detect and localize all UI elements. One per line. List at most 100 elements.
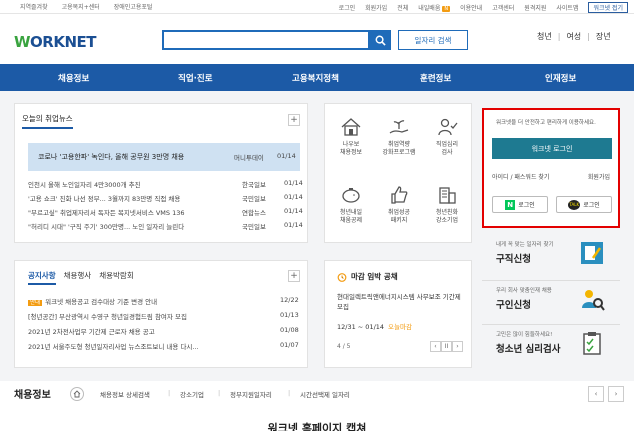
alarm-clock-icon: [337, 272, 347, 282]
jobbar-controls: ‹ ›: [588, 386, 624, 402]
divider: |: [557, 32, 561, 41]
next-button[interactable]: ›: [452, 341, 463, 352]
list-item[interactable]: "부르고싶" 취업제자리서 독자든 복지넷서비스 VMS 136 연합뉴스 01/1…: [28, 207, 303, 219]
top-link-join[interactable]: 회원가입: [365, 3, 387, 12]
tab-senior[interactable]: 장년: [596, 31, 611, 42]
notice-tabs: 공지사항 채용행사 채용박람회: [28, 270, 134, 285]
top-left-links: 지역즐겨찾 고용복지+센터 장애인고용포털: [20, 2, 152, 11]
headline-date: 01/14: [277, 152, 296, 160]
divider: |: [288, 389, 291, 397]
quick-item-program[interactable]: 취업역량 강화프로그램: [377, 116, 421, 157]
collapse-button[interactable]: 워크넷 접기: [588, 2, 628, 13]
top-link-sitemap[interactable]: 사이트맵: [556, 3, 578, 12]
section-title: 채용정보: [14, 390, 51, 401]
kakao-login-button[interactable]: TALK 로그인: [556, 196, 612, 213]
worknet-login-button[interactable]: 워크넷 로그인: [492, 138, 612, 159]
service-recruit-apply[interactable]: 우리 회사 맞춤인재 채용 구인신청: [482, 282, 620, 324]
top-link-region[interactable]: 지역즐겨찾: [20, 2, 48, 11]
page-caption: 워크넷 홈페이지 캡쳐: [267, 422, 367, 431]
naver-icon: N: [505, 199, 516, 210]
top-link-disability[interactable]: 장애인고용포털: [114, 2, 153, 11]
naver-login-button[interactable]: N 로그인: [492, 196, 548, 213]
home-button[interactable]: [70, 387, 84, 401]
piggy-bank-icon: [342, 188, 360, 203]
search-input[interactable]: [162, 30, 370, 50]
top-link-remote[interactable]: 원격지원: [524, 3, 546, 12]
person-search-icon: [582, 290, 605, 311]
nav-item-talent[interactable]: 인재정보: [545, 72, 576, 84]
nav-item-career[interactable]: 직업·진로: [178, 72, 213, 84]
quick-item-company[interactable]: 청년친화 강소기업: [425, 184, 469, 225]
top-link-customer[interactable]: 고객센터: [492, 3, 514, 12]
thumbs-up-icon: [391, 186, 408, 204]
deadline-panel: 마감 임박 공채 현대일렉트릭앤에너지시스템 사무보조 기간제 모집 12/31…: [324, 260, 472, 368]
worknet-logo[interactable]: WORKNET: [14, 33, 97, 51]
join-link[interactable]: 회원가입: [588, 172, 610, 181]
quick-item-savings[interactable]: 청년내일 채움공제: [329, 184, 373, 225]
tab-hiring-events[interactable]: 채용행사: [64, 270, 92, 285]
find-account-link[interactable]: 아이디 / 패스워드 찾기: [492, 174, 549, 181]
top-link-naeil[interactable]: 내일배움 N: [418, 3, 451, 12]
clipboard-icon: [583, 332, 601, 355]
top-utility-bar: 지역즐겨찾 고용복지+센터 장애인고용포털 로그인 회원가입 전체 내일배움 N …: [0, 0, 634, 14]
tab-youth[interactable]: 청년: [537, 31, 552, 42]
list-item[interactable]: "허리디 시대" '구직 주기' 300만명... 노인 일자리 늘린다 국민일보…: [28, 221, 303, 233]
main-navigation: 채용정보 직업·진로 고용복지정책 훈련정보 인재정보: [0, 64, 634, 91]
prev-button[interactable]: ‹: [430, 341, 441, 352]
building-icon: [439, 187, 456, 204]
nav-item-training[interactable]: 훈련정보: [420, 72, 451, 84]
top-right-links: 로그인 회원가입 전체 내일배움 N 이용안내 고객센터 원격지원 사이트맵 워크…: [339, 2, 628, 13]
hand-plant-icon: [389, 120, 409, 134]
list-item[interactable]: 인천시 올해 노인일자리 4만3000개 추진 한국일보 01/14: [28, 179, 303, 191]
quick-item-psych[interactable]: 직업심리 검사: [425, 116, 469, 157]
search-icon: [375, 35, 386, 46]
notice-tag: 안내: [28, 300, 43, 306]
list-item[interactable]: [청년공간] 부산광역시 수영구 청년일경험드림 참여자 모집 01/13: [28, 311, 302, 323]
prev-button[interactable]: ‹: [588, 386, 604, 402]
top-link-all[interactable]: 전체: [397, 3, 408, 12]
job-search-button[interactable]: 일자리 검색: [398, 30, 468, 50]
quick-item-package[interactable]: 취업성공 패키지: [377, 184, 421, 225]
service-youth-test[interactable]: 고민은 많이 힘들하세요! 청소년 심리검사: [482, 326, 620, 368]
divider: |: [218, 389, 221, 397]
news-headline[interactable]: 코로나 '고용한파' 녹인다, 올해 공무원 3만명 채용 머니투데이 01/1…: [28, 143, 300, 171]
pause-button[interactable]: II: [441, 341, 452, 352]
divider: [482, 324, 620, 325]
deadline-date: 12/31 ~ 01/14 오늘마감: [337, 323, 412, 331]
list-item[interactable]: 2021년 2차전사업무 기간제 근로자 채용 공고 01/08: [28, 326, 302, 338]
quick-item-hiring[interactable]: 나우보 채용정보: [329, 116, 373, 157]
tab-today-news[interactable]: 오늘의 취업뉴스: [22, 113, 73, 129]
link-detail-search[interactable]: 채용정보 상세검색: [100, 389, 150, 399]
next-button[interactable]: ›: [608, 386, 624, 402]
new-badge: N: [442, 6, 451, 12]
link-part-time[interactable]: 시간선택제 일자리: [300, 389, 350, 399]
deadline-job-title[interactable]: 현대일렉트릭앤에너지시스템 사무보조 기간제 모집: [337, 292, 465, 312]
user-type-tabs: 청년 | 여성 | 장년: [537, 31, 611, 42]
notice-more-button[interactable]: +: [288, 270, 300, 282]
service-job-apply[interactable]: 내게 꼭 맞는 일자리 찾기 구직신청: [482, 236, 620, 278]
list-item[interactable]: 안내 워크넷 채용공고 검수대상 기준 변경 안내 12/22: [28, 296, 302, 308]
list-item[interactable]: '고용 쇼크' 진화 나선 정부... 3월까지 83만명 직접 채용 국민일보 0…: [28, 193, 303, 205]
top-link-center[interactable]: 고용복지+센터: [62, 2, 100, 11]
today-deadline-tag: 오늘마감: [388, 323, 412, 331]
deadline-page: 4 / 5: [337, 343, 351, 350]
link-gov-jobs[interactable]: 정부지원일자리: [230, 389, 272, 399]
login-box: 워크넷을 더 안전하고 편리하게 이용하세요. 워크넷 로그인 아이디 / 패스…: [482, 108, 620, 228]
top-link-login[interactable]: 로그인: [339, 3, 356, 12]
job-info-bar: 채용정보 채용정보 상세검색 | 강소기업 | 정부지원일자리 | 시간선택제 …: [14, 383, 624, 407]
quick-menu-panel: 나우보 채용정보 취업역량 강화프로그램 직업심리 검사 청년내일 채움공제 취…: [324, 103, 472, 243]
search-button[interactable]: [370, 30, 391, 50]
divider: |: [168, 389, 171, 397]
divider: [482, 280, 620, 281]
link-small-giants[interactable]: 강소기업: [180, 389, 204, 399]
tab-notice[interactable]: 공지사항: [28, 270, 56, 285]
nav-item-welfare[interactable]: 고용복지정책: [292, 72, 339, 84]
list-item[interactable]: 2021년 서울주도형 청년일자리사업 뉴스조트보니 내용 다시... 01/07: [28, 341, 302, 353]
tab-job-fair[interactable]: 채용박람회: [99, 270, 134, 285]
news-more-button[interactable]: +: [288, 114, 300, 126]
kakao-icon: TALK: [568, 199, 581, 210]
house-icon: [341, 118, 361, 136]
tab-women[interactable]: 여성: [566, 31, 581, 42]
nav-item-jobs[interactable]: 채용정보: [58, 72, 89, 84]
top-link-guide[interactable]: 이용안내: [460, 3, 482, 12]
